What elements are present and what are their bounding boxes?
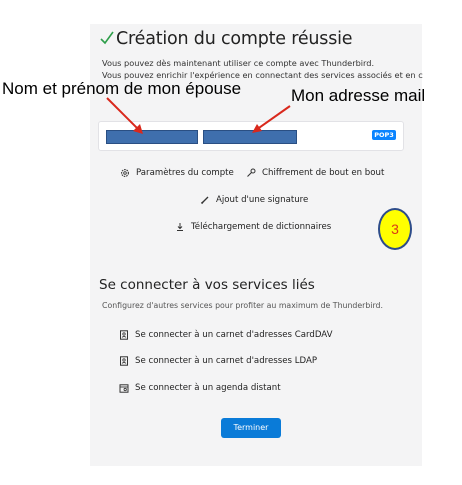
- linked-services-title: Se connecter à vos services liés: [99, 277, 315, 293]
- step-number-badge: 3: [378, 208, 412, 250]
- connect-ldap-label: Se connecter à un carnet d'adresses LDAP: [135, 356, 318, 366]
- e2e-encryption-label: Chiffrement de bout en bout: [262, 168, 385, 178]
- download-dictionaries-label: Téléchargement de dictionnaires: [191, 222, 332, 232]
- redacted-name-box: [106, 130, 198, 144]
- e2e-encryption-link[interactable]: Chiffrement de bout en bout: [246, 168, 384, 178]
- address-book-icon: [120, 356, 128, 366]
- download-dictionaries-link[interactable]: Téléchargement de dictionnaires: [175, 222, 331, 232]
- pen-icon: [200, 196, 209, 205]
- account-settings-link[interactable]: Paramètres du compte: [120, 168, 234, 178]
- success-message-line1: Vous pouvez dès maintenant utiliser ce c…: [102, 58, 375, 68]
- checkmark-icon: [100, 31, 114, 45]
- protocol-badge: POP3: [372, 130, 396, 140]
- add-signature-link[interactable]: Ajout d'une signature: [200, 195, 308, 205]
- connect-ldap-link[interactable]: Se connecter à un carnet d'adresses LDAP: [119, 356, 317, 366]
- redacted-email-box: [203, 130, 297, 144]
- address-book-icon: [120, 330, 128, 340]
- key-icon: [247, 168, 256, 177]
- page-title: Création du compte réussie: [116, 29, 353, 49]
- connect-calendar-label: Se connecter à un agenda distant: [135, 383, 281, 393]
- connect-calendar-link[interactable]: Se connecter à un agenda distant: [119, 383, 281, 393]
- account-settings-label: Paramètres du compte: [136, 168, 234, 178]
- download-icon: [177, 223, 183, 231]
- finish-button[interactable]: Terminer: [221, 418, 281, 438]
- annotation-mail-label: Mon adresse mail: [291, 86, 426, 105]
- linked-services-subtitle: Configurez d'autres services pour profit…: [102, 301, 383, 310]
- connect-carddav-label: Se connecter à un carnet d'adresses Card…: [135, 330, 333, 340]
- annotation-name-label: Nom et prénom de mon épouse: [2, 79, 242, 98]
- gear-icon: [121, 169, 129, 177]
- add-signature-label: Ajout d'une signature: [216, 195, 309, 205]
- calendar-icon: [119, 384, 129, 393]
- connect-carddav-link[interactable]: Se connecter à un carnet d'adresses Card…: [119, 330, 333, 340]
